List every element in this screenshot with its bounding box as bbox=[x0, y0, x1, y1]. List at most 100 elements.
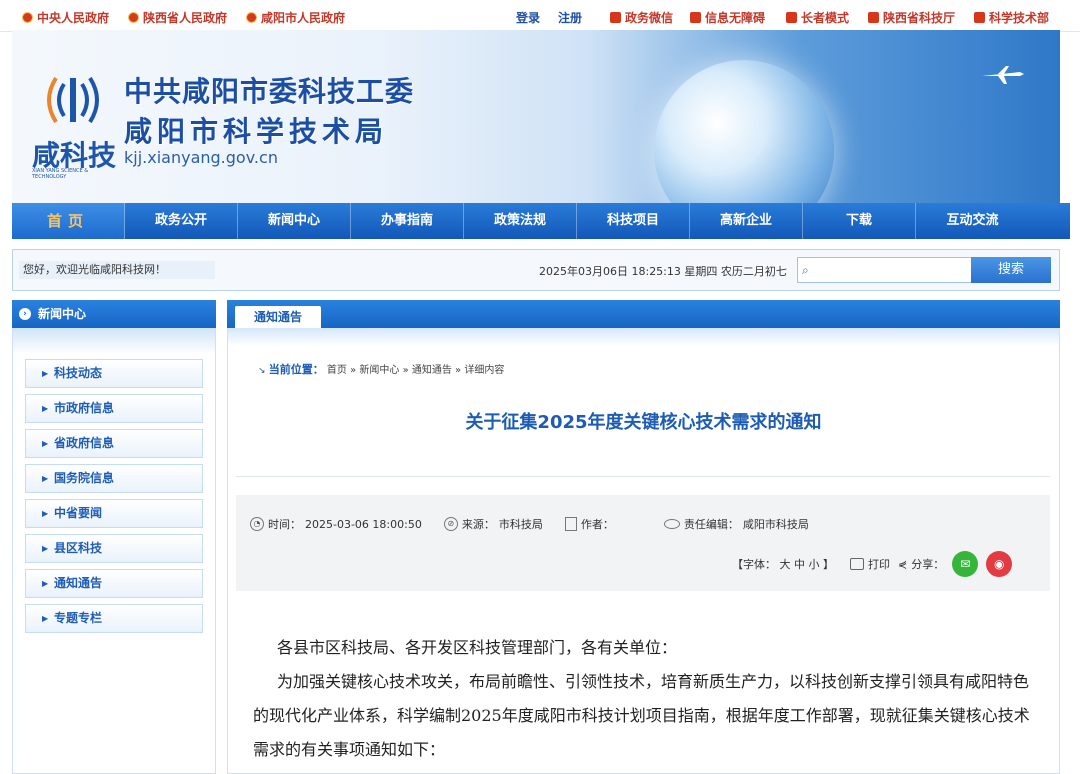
font-small-link[interactable]: 小 bbox=[809, 558, 820, 571]
print-label: 打印 bbox=[868, 558, 890, 571]
clock-icon: ◔ bbox=[250, 517, 264, 531]
nav-hightech[interactable]: 高新企业 bbox=[690, 203, 803, 239]
sidebar-item-major-news[interactable]: ▶ 中省要闻 bbox=[25, 499, 203, 528]
header-banner: 咸科技 XIAN YANG SCIENCE & TECHNOLOGY 中共咸阳市… bbox=[12, 30, 1060, 204]
font-label: 【字体： bbox=[732, 558, 776, 571]
link-label: 政务微信 bbox=[625, 11, 674, 25]
sidebar-item-label: 市政府信息 bbox=[54, 401, 115, 415]
sidebar: › 新闻中心 ▶ 科技动态 ▶ 市政府信息 ▶ 省政府信息 ▶ 国务院信息 ▶ 中省要闻 … bbox=[12, 300, 216, 774]
sidebar-item-label: 县区科技 bbox=[54, 541, 103, 555]
share-group: ⋞ 分享： bbox=[898, 556, 944, 572]
article-body: 各县市区科技局、各开发区科技管理部门，各有关单位： 为加强关键核心技术攻关，布局… bbox=[253, 631, 1033, 767]
meta-source: ⊘ 来源： 市科技局 bbox=[443, 516, 543, 532]
font-large-link[interactable]: 大 bbox=[780, 558, 791, 571]
link-label: 长者模式 bbox=[801, 11, 850, 25]
meta-time-value: 2025-03-06 18:00:50 bbox=[305, 517, 422, 531]
search-input[interactable]: ⌕ bbox=[797, 257, 973, 283]
meta-author: 作者： bbox=[564, 516, 618, 532]
wechat-share-icon[interactable]: ✉ bbox=[952, 551, 979, 577]
login-link[interactable]: 登录 bbox=[516, 9, 540, 26]
meta-tools-row: 【字体： 大 中 小 】 打印 ⋞ 分享： ✉ ◉ bbox=[732, 551, 1013, 577]
search-button[interactable]: 搜索 bbox=[971, 257, 1051, 283]
link-accessibility[interactable]: 信息无障碍 bbox=[690, 9, 765, 26]
site-title-line2: 咸阳市科学技术局 bbox=[124, 115, 389, 148]
font-label-close: 】 bbox=[823, 558, 834, 571]
print-button[interactable]: 打印 bbox=[850, 556, 890, 572]
link-most[interactable]: 科学技术部 bbox=[974, 9, 1049, 26]
sidebar-item-sci-news[interactable]: ▶ 科技动态 bbox=[25, 359, 203, 388]
nav-news-center[interactable]: 新闻中心 bbox=[238, 203, 351, 239]
page: 中央人民政府 陕西省人民政府 咸阳市人民政府 登录 注册 政务微信 信息无障碍 … bbox=[0, 0, 1080, 774]
top-bar: 中央人民政府 陕西省人民政府 咸阳市人民政府 登录 注册 政务微信 信息无障碍 … bbox=[0, 0, 1080, 32]
sidebar-header: › 新闻中心 bbox=[12, 300, 216, 328]
current-datetime: 2025年03月06日 18:25:13 星期四 农历二月初七 bbox=[539, 265, 787, 278]
link-central-gov[interactable]: 中央人民政府 bbox=[22, 9, 109, 26]
sidebar-item-label: 专题专栏 bbox=[54, 611, 103, 625]
divider bbox=[236, 476, 1050, 477]
link-wechat[interactable]: 政务微信 bbox=[610, 9, 673, 26]
institution-icon bbox=[868, 12, 879, 23]
triangle-right-icon: ▶ bbox=[42, 369, 49, 378]
triangle-right-icon: ▶ bbox=[42, 579, 49, 588]
meta-author-label: 作者： bbox=[580, 518, 614, 531]
meta-time: ◔ 时间： 2025-03-06 18:00:50 bbox=[250, 516, 422, 532]
link-label: 信息无障碍 bbox=[705, 11, 766, 25]
nav-interaction[interactable]: 互动交流 bbox=[916, 203, 1029, 239]
meta-info-row: ◔ 时间： 2025-03-06 18:00:50 ⊘ 来源： 市科技局 作者：… bbox=[250, 516, 831, 532]
tab-notices[interactable]: 通知通告 bbox=[235, 306, 321, 328]
emblem-icon bbox=[246, 12, 257, 23]
nav-sci-projects[interactable]: 科技项目 bbox=[577, 203, 690, 239]
main-band bbox=[228, 328, 1059, 346]
breadcrumb-path[interactable]: 首页 » 新闻中心 » 通知通告 » 详细内容 bbox=[327, 365, 504, 376]
pointer-icon: ↘ bbox=[258, 366, 266, 376]
link-shaanxi-sci[interactable]: 陕西省科技厅 bbox=[868, 9, 955, 26]
link-shaanxi-gov[interactable]: 陕西省人民政府 bbox=[128, 9, 227, 26]
meta-time-label: 时间： bbox=[268, 518, 301, 531]
register-link[interactable]: 注册 bbox=[558, 9, 582, 26]
link-label: 陕西省科技厅 bbox=[883, 11, 956, 25]
emblem-icon bbox=[128, 12, 139, 23]
welcome-text: 您好，欢迎光临咸阳科技网！ bbox=[19, 261, 215, 279]
link-xianyang-gov[interactable]: 咸阳市人民政府 bbox=[246, 9, 345, 26]
font-medium-link[interactable]: 中 bbox=[794, 558, 805, 571]
article-meta: ◔ 时间： 2025-03-06 18:00:50 ⊘ 来源： 市科技局 作者：… bbox=[236, 495, 1050, 591]
nav-download[interactable]: 下载 bbox=[803, 203, 916, 239]
sidebar-item-special[interactable]: ▶ 专题专栏 bbox=[25, 604, 203, 633]
sidebar-item-city-info[interactable]: ▶ 市政府信息 bbox=[25, 394, 203, 423]
main-nav: 首页 政务公开 新闻中心 办事指南 政策法规 科技项目 高新企业 下载 互动交流 bbox=[12, 203, 1070, 239]
search-icon: ⌕ bbox=[802, 263, 809, 277]
main-tab-bar: 通知通告 bbox=[227, 300, 1060, 328]
link-label: 咸阳市人民政府 bbox=[261, 11, 346, 25]
sidebar-item-county-sci[interactable]: ▶ 县区科技 bbox=[25, 534, 203, 563]
triangle-right-icon: ▶ bbox=[42, 509, 49, 518]
nav-policies[interactable]: 政策法规 bbox=[464, 203, 577, 239]
institution-icon bbox=[974, 12, 985, 23]
sidebar-item-province-info[interactable]: ▶ 省政府信息 bbox=[25, 429, 203, 458]
site-domain: kjj.xianyang.gov.cn bbox=[124, 148, 278, 167]
elder-icon bbox=[786, 12, 797, 23]
nav-gov-affairs[interactable]: 政务公开 bbox=[125, 203, 238, 239]
eye-icon bbox=[663, 519, 680, 529]
nav-home[interactable]: 首页 bbox=[12, 203, 125, 239]
site-title-line1: 中共咸阳市委科技工委 bbox=[124, 75, 415, 108]
link-elder-mode[interactable]: 长者模式 bbox=[786, 9, 849, 26]
airplane-icon bbox=[982, 66, 1024, 84]
sidebar-item-notices[interactable]: ▶ 通知通告 bbox=[25, 569, 203, 598]
triangle-right-icon: ▶ bbox=[42, 544, 49, 553]
globe-image bbox=[654, 60, 834, 204]
sidebar-item-state-council[interactable]: ▶ 国务院信息 bbox=[25, 464, 203, 493]
share-icon: ⋞ bbox=[898, 557, 908, 571]
accessibility-icon bbox=[690, 12, 701, 23]
welcome-bar: 您好，欢迎光临咸阳科技网！ 2025年03月06日 18:25:13 星期四 农… bbox=[12, 249, 1060, 291]
printer-icon bbox=[850, 558, 864, 570]
meta-editor: 责任编辑： 咸阳市科技局 bbox=[663, 516, 809, 532]
nav-service-guide[interactable]: 办事指南 bbox=[351, 203, 464, 239]
weibo-share-icon[interactable]: ◉ bbox=[986, 551, 1013, 577]
compass-icon: ⊘ bbox=[443, 517, 458, 531]
breadcrumb-label: 当前位置： bbox=[268, 363, 324, 376]
article-paragraph: 各县市区科技局、各开发区科技管理部门，各有关单位： bbox=[277, 638, 678, 657]
sidebar-title: 新闻中心 bbox=[38, 307, 87, 321]
sidebar-item-label: 科技动态 bbox=[54, 366, 103, 380]
article-paragraph: 为加强关键核心技术攻关，布局前瞻性、引领性技术，培育新质生产力，以科技创新支撑引… bbox=[253, 672, 1030, 759]
triangle-right-icon: ▶ bbox=[42, 614, 49, 623]
